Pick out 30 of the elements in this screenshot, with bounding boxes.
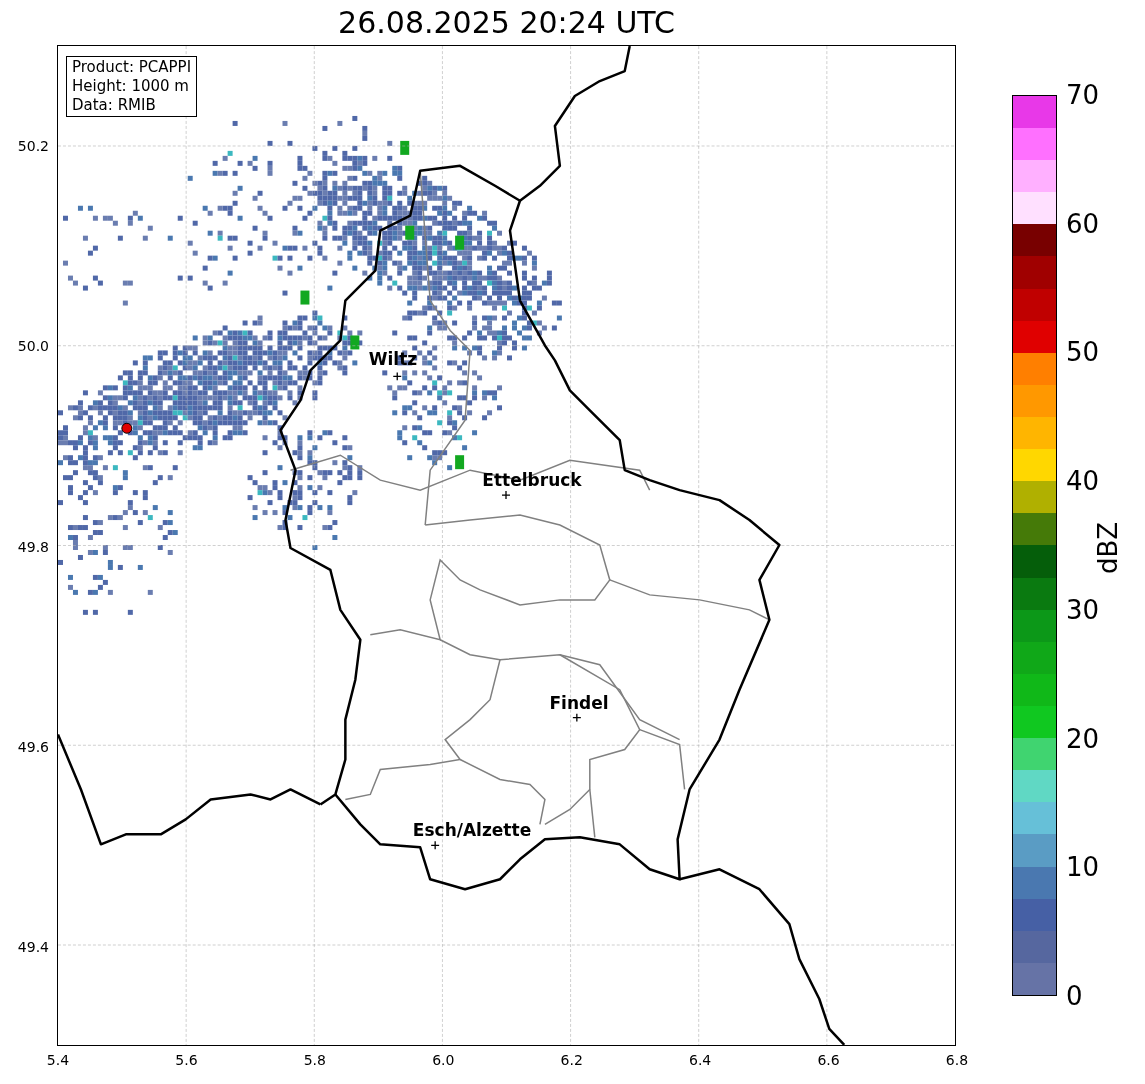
city-label: Wiltz (368, 348, 418, 372)
y-tick-label: 49.4 (17, 937, 49, 957)
x-tick-label: 6.2 (560, 1051, 583, 1070)
info-text: Product: PCAPPI (72, 58, 192, 77)
x-tick-label: 5.8 (303, 1051, 326, 1070)
info-text: Data: RMIB (72, 96, 157, 115)
colorbar-tick-label: 70 (1066, 78, 1100, 112)
y-tick-label: 49.8 (17, 537, 49, 556)
chart-title: 26.08.2025 20:24 UTC (337, 4, 676, 42)
x-tick-label: 6.8 (945, 1051, 969, 1070)
y-tick-label: 50.0 (17, 336, 49, 356)
colorbar-tick-label: 0 (1066, 979, 1083, 1013)
colorbar-tick-label: 60 (1066, 207, 1100, 241)
y-tick-label: 50.2 (17, 136, 49, 156)
colorbar-label: dBZ (1091, 521, 1124, 575)
x-tick-label: 5.4 (46, 1051, 70, 1070)
x-tick-label: 6.6 (817, 1051, 840, 1070)
colorbar-tick-label: 30 (1066, 593, 1100, 627)
colorbar-tick-label: 40 (1066, 464, 1100, 498)
info-text: Height: 1000 m (72, 77, 190, 96)
y-tick-label: 49.6 (17, 737, 49, 757)
colorbar-tick-label: 20 (1066, 722, 1100, 756)
colorbar-tick-label: 10 (1066, 850, 1100, 884)
colorbar-tick-label: 50 (1066, 335, 1100, 369)
x-tick-label: 5.6 (175, 1051, 198, 1070)
city-label: Ettelbruck (482, 469, 582, 493)
city-label: Esch/Alzette (412, 819, 532, 843)
x-tick-label: 6.0 (432, 1051, 455, 1070)
city-label: Findel (549, 692, 609, 716)
x-tick-label: 6.4 (689, 1051, 712, 1070)
